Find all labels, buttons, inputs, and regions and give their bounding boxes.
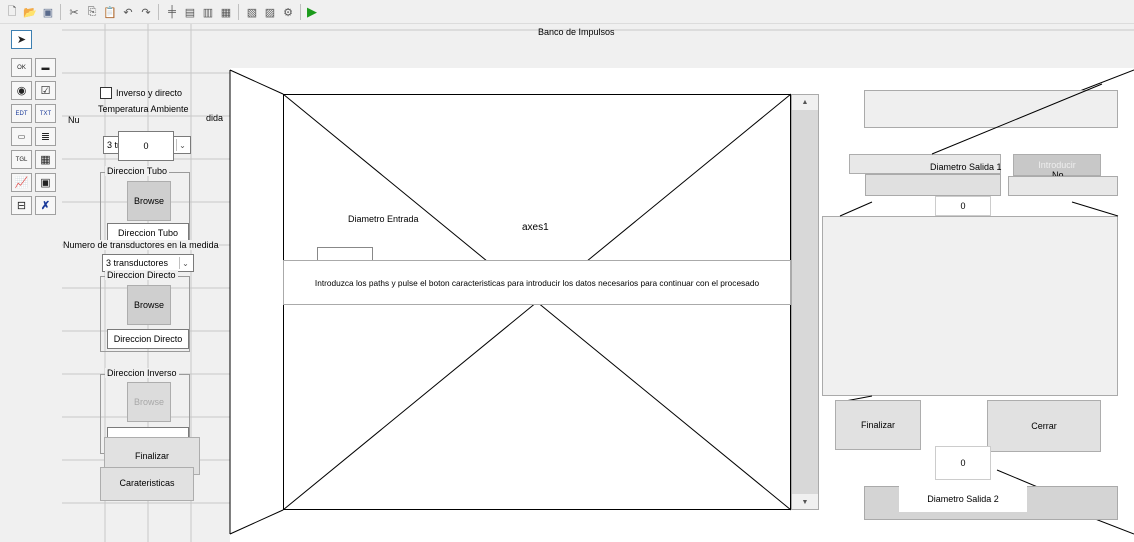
object-browser-icon[interactable]: ⚙ — [280, 4, 296, 20]
table-icon[interactable]: ▦ — [35, 150, 56, 169]
redo-icon[interactable]: ↷ — [138, 4, 154, 20]
save-icon[interactable]: ▣ — [40, 4, 56, 20]
toolbar-separator — [300, 4, 301, 20]
new-file-icon[interactable]: 🗋 — [4, 4, 20, 20]
panel-icon[interactable]: ▣ — [35, 173, 56, 192]
undo-icon[interactable]: ↶ — [120, 4, 136, 20]
copy-icon[interactable]: ⎘ — [84, 4, 100, 20]
slider-icon[interactable]: ▬ — [35, 58, 56, 77]
popup-menu-icon[interactable]: ▭ — [11, 127, 32, 146]
checkbox-icon[interactable]: ☑ — [35, 81, 56, 100]
property-inspector-icon[interactable]: ▨ — [262, 4, 278, 20]
tab-order-icon[interactable]: ▥ — [200, 4, 216, 20]
paste-icon[interactable]: 📋 — [102, 4, 118, 20]
salida2-input[interactable]: 0 — [935, 446, 991, 480]
component-palette: ➤ OK ▬ ◉ ☑ EDT TXT ▭ ≣ TGL ▦ 📈 ▣ ⊟ ✗ — [0, 24, 62, 542]
toolbar-separator — [238, 4, 239, 20]
run-icon[interactable]: ▶ — [304, 4, 320, 20]
m-file-editor-icon[interactable]: ▧ — [244, 4, 260, 20]
finalizar-right-button[interactable]: Finalizar — [835, 400, 921, 450]
design-canvas: Banco de Impulsos Inverso y directo Temp… — [62, 24, 1134, 542]
select-tool-icon[interactable]: ➤ — [11, 30, 32, 49]
axes-icon[interactable]: 📈 — [11, 173, 32, 192]
open-folder-icon[interactable]: 📂 — [22, 4, 38, 20]
static-text-icon[interactable]: TXT — [35, 104, 56, 123]
toolbar-editor-icon[interactable]: ▦ — [218, 4, 234, 20]
menu-editor-icon[interactable]: ▤ — [182, 4, 198, 20]
align-icon[interactable]: ╪ — [164, 4, 180, 20]
diametro-salida2-label: Diametro Salida 2 — [899, 486, 1027, 512]
push-button-icon[interactable]: OK — [11, 58, 32, 77]
toolbar-separator — [158, 4, 159, 20]
radio-button-icon[interactable]: ◉ — [11, 81, 32, 100]
toolbar-separator — [60, 4, 61, 20]
button-group-icon[interactable]: ⊟ — [11, 196, 32, 215]
activex-icon[interactable]: ✗ — [35, 196, 56, 215]
listbox-icon[interactable]: ≣ — [35, 127, 56, 146]
toggle-button-icon[interactable]: TGL — [11, 150, 32, 169]
cerrar-button[interactable]: Cerrar — [987, 400, 1101, 452]
toolbar: 🗋 📂 ▣ ✂ ⎘ 📋 ↶ ↷ ╪ ▤ ▥ ▦ ▧ ▨ ⚙ ▶ — [0, 0, 1134, 24]
edit-text-icon[interactable]: EDT — [11, 104, 32, 123]
cut-icon[interactable]: ✂ — [66, 4, 82, 20]
